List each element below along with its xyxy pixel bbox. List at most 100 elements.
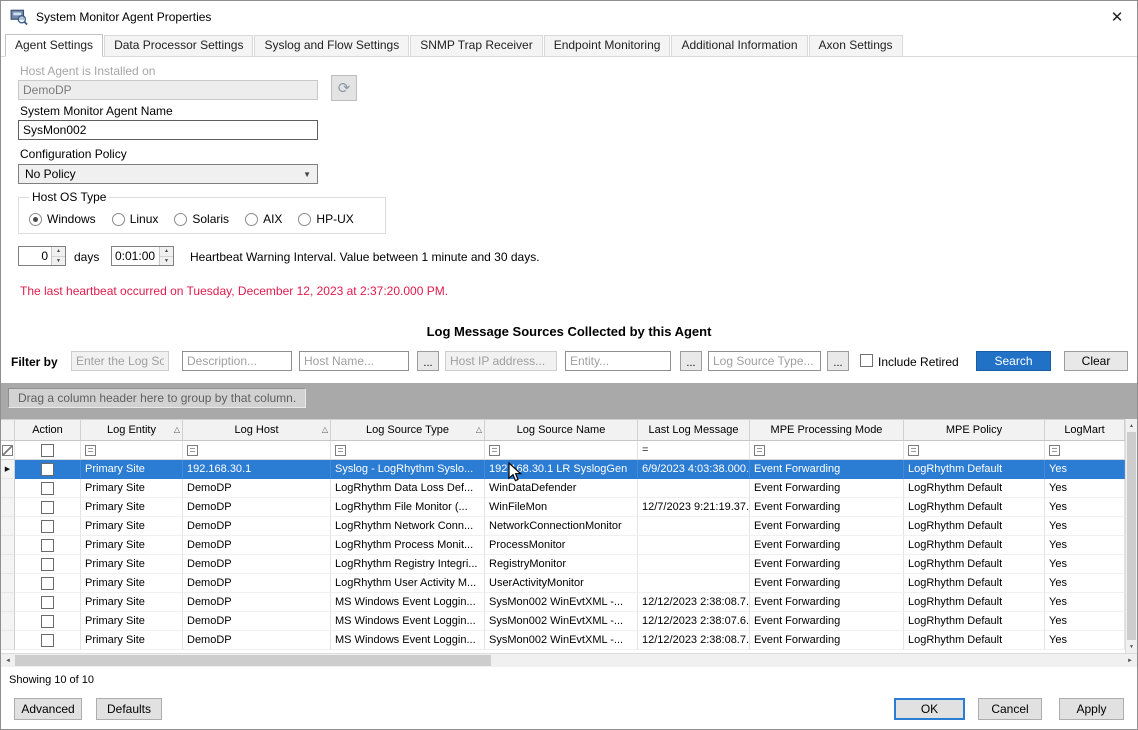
row-checkbox[interactable] <box>41 520 54 533</box>
radio-icon <box>112 213 125 226</box>
column-header-log-source-type[interactable]: Log Source Type△ <box>331 419 485 441</box>
column-header-logmart[interactable]: LogMart <box>1045 419 1125 441</box>
horizontal-scrollbar-thumb[interactable] <box>15 655 491 666</box>
cell-logmart: Yes <box>1045 498 1125 517</box>
filter-cell-log-entity[interactable] <box>81 441 183 460</box>
table-row[interactable]: Primary SiteDemoDPMS Windows Event Loggi… <box>1 631 1137 650</box>
days-spinner[interactable]: ▲ ▼ <box>18 246 66 266</box>
filter-box-icon[interactable] <box>85 445 96 456</box>
table-row[interactable]: Primary SiteDemoDPLogRhythm Data Loss De… <box>1 479 1137 498</box>
filter-box-icon[interactable] <box>1049 445 1060 456</box>
cancel-button[interactable]: Cancel <box>978 698 1042 720</box>
row-checkbox[interactable] <box>41 539 54 552</box>
tab-endpoint-monitoring[interactable]: Endpoint Monitoring <box>544 35 671 56</box>
table-row[interactable]: Primary SiteDemoDPMS Windows Event Loggi… <box>1 612 1137 631</box>
filter-cell-log-source-type[interactable] <box>331 441 485 460</box>
tab-syslog-and-flow-settings[interactable]: Syslog and Flow Settings <box>254 35 409 56</box>
row-checkbox[interactable] <box>41 634 54 647</box>
log-source-filter-input[interactable] <box>71 351 169 371</box>
interval-value[interactable] <box>112 247 159 265</box>
radio-linux[interactable]: Linux <box>112 212 159 226</box>
column-header-log-entity[interactable]: Log Entity△ <box>81 419 183 441</box>
close-button[interactable]: ✕ <box>1103 5 1131 29</box>
scroll-right-button[interactable]: ► <box>1123 654 1137 667</box>
defaults-button[interactable]: Defaults <box>96 698 162 720</box>
apply-button[interactable]: Apply <box>1059 698 1124 720</box>
row-checkbox[interactable] <box>41 482 54 495</box>
clear-button[interactable]: Clear <box>1064 351 1128 371</box>
filter-box-icon[interactable] <box>489 445 500 456</box>
row-checkbox[interactable] <box>41 501 54 514</box>
filter-cell-log-source-name[interactable] <box>485 441 638 460</box>
table-row[interactable]: Primary SiteDemoDPLogRhythm File Monitor… <box>1 498 1137 517</box>
column-header-last-log-message[interactable]: Last Log Message <box>638 419 750 441</box>
filter-box-icon[interactable] <box>335 445 346 456</box>
host-name-browse-button[interactable]: ... <box>417 351 439 371</box>
filter-cell-last-log-message[interactable]: = <box>638 441 750 460</box>
row-checkbox[interactable] <box>41 577 54 590</box>
row-checkbox[interactable] <box>41 615 54 628</box>
filter-box-icon[interactable] <box>908 445 919 456</box>
column-header-log-host[interactable]: Log Host△ <box>183 419 331 441</box>
radio-aix[interactable]: AIX <box>245 212 282 226</box>
select-all-checkbox[interactable] <box>41 444 54 457</box>
scroll-down-button[interactable]: ▼ <box>1126 640 1137 653</box>
vertical-scrollbar[interactable]: ▲ ▼ <box>1125 419 1137 653</box>
log-source-type-browse-button[interactable]: ... <box>827 351 849 371</box>
advanced-button[interactable]: Advanced <box>14 698 82 720</box>
radio-solaris[interactable]: Solaris <box>174 212 229 226</box>
filter-cell-mpe-policy[interactable] <box>904 441 1045 460</box>
table-row[interactable]: Primary SiteDemoDPMS Windows Event Loggi… <box>1 593 1137 612</box>
radio-hp-ux[interactable]: HP-UX <box>298 212 353 226</box>
column-header-action[interactable]: Action <box>15 419 81 441</box>
table-row[interactable]: Primary SiteDemoDPLogRhythm Network Conn… <box>1 517 1137 536</box>
agent-name-input[interactable] <box>18 120 318 140</box>
search-button[interactable]: Search <box>976 351 1051 371</box>
spinner-up-icon[interactable]: ▲ <box>52 247 65 257</box>
tab-data-processor-settings[interactable]: Data Processor Settings <box>104 35 253 56</box>
filter-cell-mpe-processing-mode[interactable] <box>750 441 904 460</box>
ok-button[interactable]: OK <box>894 698 965 720</box>
refresh-host-button[interactable]: ⟳ <box>331 75 357 101</box>
include-retired-checkbox[interactable] <box>860 354 873 367</box>
description-filter-input[interactable] <box>182 351 292 371</box>
filter-cell-log-host[interactable] <box>183 441 331 460</box>
table-row[interactable]: Primary SiteDemoDPLogRhythm User Activit… <box>1 574 1137 593</box>
tab-axon-settings[interactable]: Axon Settings <box>809 35 903 56</box>
clear-filter-icon[interactable] <box>2 445 13 456</box>
filter-box-icon[interactable] <box>187 445 198 456</box>
entity-browse-button[interactable]: ... <box>680 351 702 371</box>
interval-spinner[interactable]: ▲ ▼ <box>111 246 174 266</box>
radio-windows[interactable]: Windows <box>29 212 96 226</box>
spinner-down-icon[interactable]: ▼ <box>52 257 65 266</box>
equals-filter-icon[interactable]: = <box>642 444 648 456</box>
table-row[interactable]: ▶Primary Site192.168.30.1Syslog - LogRhy… <box>1 460 1137 479</box>
log-source-type-filter-input[interactable] <box>708 351 821 371</box>
scroll-up-button[interactable]: ▲ <box>1126 419 1137 432</box>
vertical-scrollbar-thumb[interactable] <box>1127 432 1136 640</box>
row-checkbox[interactable] <box>41 463 54 476</box>
days-value[interactable] <box>19 247 51 265</box>
column-header-mpe-processing-mode[interactable]: MPE Processing Mode <box>750 419 904 441</box>
config-policy-select[interactable]: No Policy ▼ <box>18 164 318 184</box>
clear-filter-cell[interactable] <box>1 441 15 460</box>
tab-snmp-trap-receiver[interactable]: SNMP Trap Receiver <box>410 35 542 56</box>
column-header-mpe-policy[interactable]: MPE Policy <box>904 419 1045 441</box>
table-row[interactable]: Primary SiteDemoDPLogRhythm Process Moni… <box>1 536 1137 555</box>
filter-cell-logmart[interactable] <box>1045 441 1125 460</box>
entity-filter-input[interactable] <box>565 351 671 371</box>
spinner-up-icon[interactable]: ▲ <box>160 247 173 257</box>
cell-logmart: Yes <box>1045 612 1125 631</box>
filter-cell-action[interactable] <box>15 441 81 460</box>
table-row[interactable]: Primary SiteDemoDPLogRhythm Registry Int… <box>1 555 1137 574</box>
row-checkbox[interactable] <box>41 558 54 571</box>
scroll-left-button[interactable]: ◄ <box>1 654 15 667</box>
row-checkbox[interactable] <box>41 596 54 609</box>
host-name-filter-input[interactable] <box>299 351 409 371</box>
filter-box-icon[interactable] <box>754 445 765 456</box>
column-header-log-source-name[interactable]: Log Source Name <box>485 419 638 441</box>
horizontal-scrollbar[interactable]: ◄ ► <box>1 653 1137 667</box>
tab-agent-settings[interactable]: Agent Settings <box>5 34 103 57</box>
tab-additional-information[interactable]: Additional Information <box>671 35 807 56</box>
spinner-down-icon[interactable]: ▼ <box>160 257 173 266</box>
